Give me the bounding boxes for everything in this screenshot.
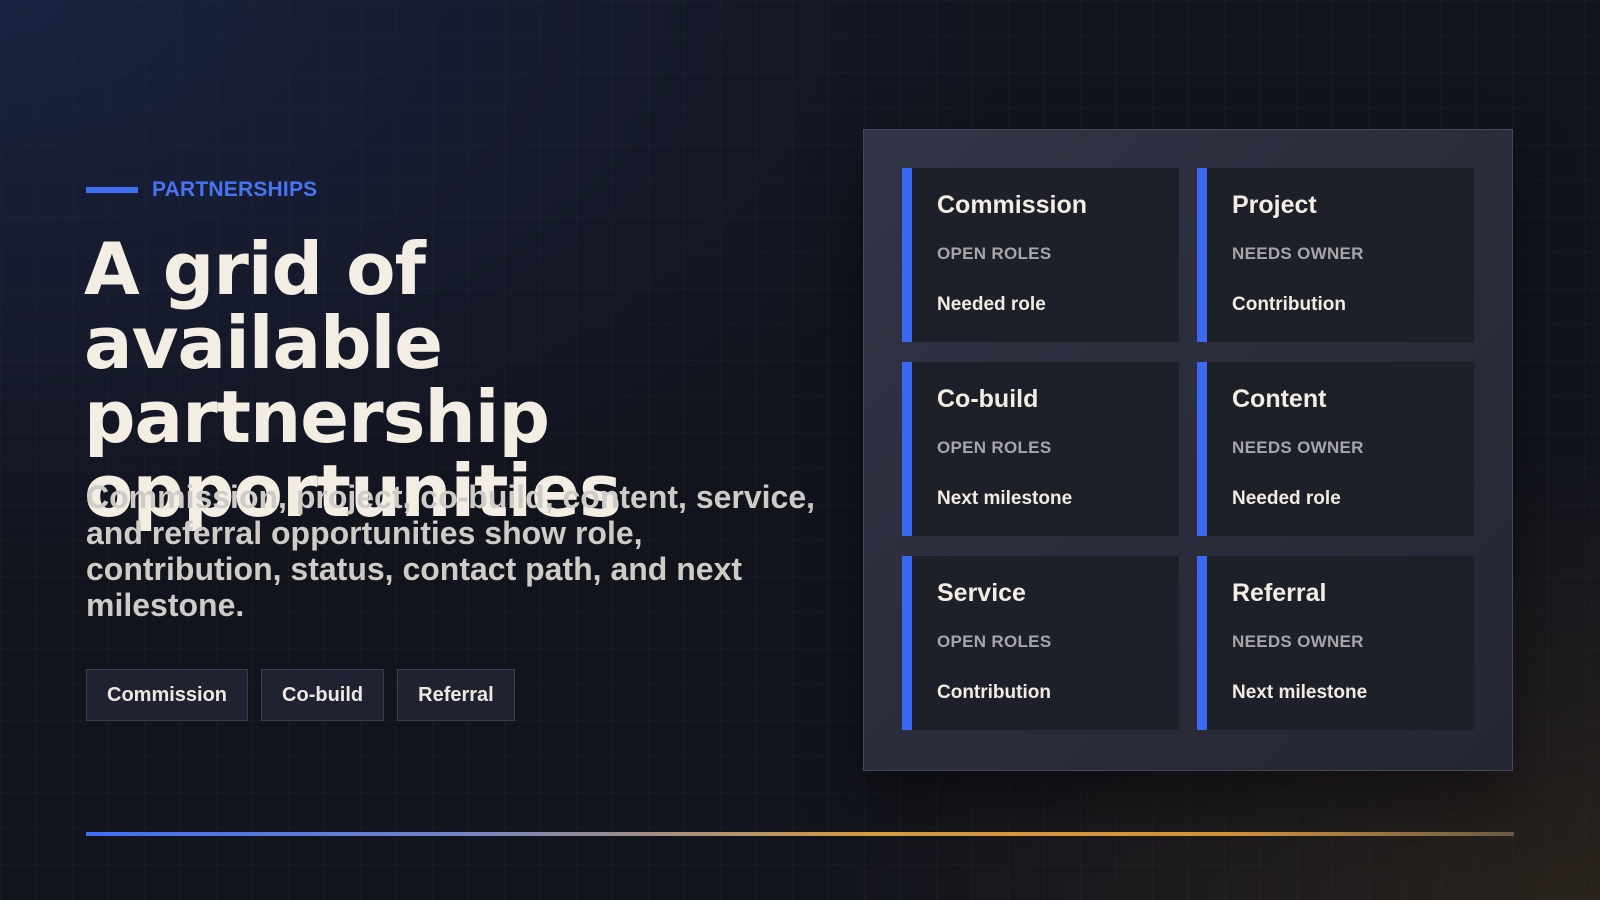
opportunity-card-project[interactable]: Project NEEDS OWNER Contribution — [1197, 168, 1474, 342]
tag-list: Commission Co-build Referral — [86, 669, 515, 721]
section-eyebrow: PARTNERSHIPS — [86, 178, 317, 202]
page-description: Commission, project, co-build, content, … — [86, 479, 816, 623]
card-title: Commission — [937, 191, 1088, 219]
card-detail: Contribution — [1232, 294, 1346, 315]
card-status: OPEN ROLES — [937, 438, 1052, 457]
card-title: Service — [937, 579, 1026, 607]
opportunity-card-co-build[interactable]: Co-build OPEN ROLES Next milestone — [902, 362, 1179, 536]
tag-referral-button[interactable]: Referral — [397, 669, 515, 721]
card-status: NEEDS OWNER — [1232, 632, 1364, 651]
opportunity-card-commission[interactable]: Commission OPEN ROLES Needed role — [902, 168, 1179, 342]
eyebrow-label: PARTNERSHIPS — [152, 178, 318, 201]
eyebrow-accent-bar — [86, 187, 138, 193]
card-detail: Needed role — [1232, 488, 1341, 509]
card-detail: Contribution — [937, 682, 1051, 703]
bottom-gradient-divider — [86, 832, 1514, 836]
card-title: Referral — [1232, 579, 1327, 607]
card-title: Content — [1232, 385, 1327, 413]
card-title: Project — [1232, 191, 1317, 219]
opportunity-card-referral[interactable]: Referral NEEDS OWNER Next milestone — [1197, 556, 1474, 730]
opportunity-card-service[interactable]: Service OPEN ROLES Contribution — [902, 556, 1179, 730]
tag-commission-button[interactable]: Commission — [86, 669, 249, 721]
card-detail: Needed role — [937, 294, 1046, 315]
opportunities-grid: Commission OPEN ROLES Needed role Projec… — [902, 168, 1474, 730]
opportunity-card-content[interactable]: Content NEEDS OWNER Needed role — [1197, 362, 1474, 536]
card-status: NEEDS OWNER — [1232, 244, 1364, 263]
card-detail: Next milestone — [1232, 682, 1368, 703]
tag-co-build-button[interactable]: Co-build — [261, 669, 385, 721]
card-title: Co-build — [937, 385, 1039, 413]
card-detail: Next milestone — [937, 488, 1073, 509]
card-status: OPEN ROLES — [937, 244, 1052, 263]
card-status: OPEN ROLES — [937, 632, 1052, 651]
card-status: NEEDS OWNER — [1232, 438, 1364, 457]
opportunities-panel: Commission OPEN ROLES Needed role Projec… — [863, 129, 1513, 771]
